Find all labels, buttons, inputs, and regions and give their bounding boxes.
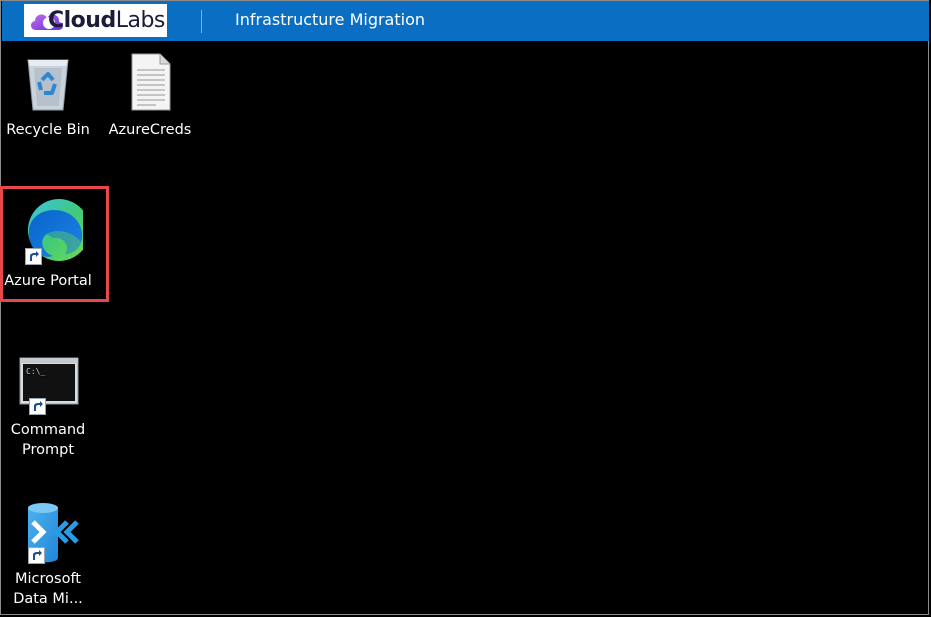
svg-text:C:\_: C:\_ <box>26 367 45 376</box>
desktop-icon-data-migration[interactable]: Microsoft Data Mi... <box>0 500 96 609</box>
text-document-icon <box>131 53 171 111</box>
recycle-bin-icon <box>27 59 69 111</box>
command-prompt-icon: C:\_ <box>16 357 80 415</box>
desktop-icon-azure-portal[interactable]: Azure Portal <box>0 198 96 291</box>
logo-cloud-text: Cloud <box>48 8 116 33</box>
desktop-icon-label-line2: Prompt <box>21 442 75 458</box>
desktop-icon-label-line2: Data Mi... <box>13 591 83 607</box>
desktop-icon-label-line1: Microsoft <box>15 571 81 587</box>
cloudlabs-logo: Cloud Labs <box>24 4 167 37</box>
desktop-icon-azurecreds[interactable]: AzureCreds <box>102 52 198 140</box>
shortcut-arrow-icon <box>29 398 46 415</box>
desktop-icon-label-line1: Command <box>10 422 86 438</box>
desktop-icon-command-prompt[interactable]: C:\_ Command Prompt <box>0 357 96 460</box>
shortcut-arrow-icon <box>28 547 45 564</box>
desktop-icon-label: Recycle Bin <box>6 122 90 138</box>
edge-browser-icon <box>13 198 90 266</box>
title-divider <box>201 10 202 33</box>
desktop-icon-label: Azure Portal <box>4 273 92 289</box>
logo-labs-text: Labs <box>115 8 166 33</box>
shortcut-arrow-icon <box>25 248 42 265</box>
top-bar: Cloud Labs Infrastructure Migration <box>2 1 929 41</box>
desktop-icon-recycle-bin[interactable]: Recycle Bin <box>0 52 96 140</box>
data-migration-icon <box>13 500 83 566</box>
app-title: Infrastructure Migration <box>235 10 426 29</box>
desktop-icon-label: AzureCreds <box>108 122 192 138</box>
